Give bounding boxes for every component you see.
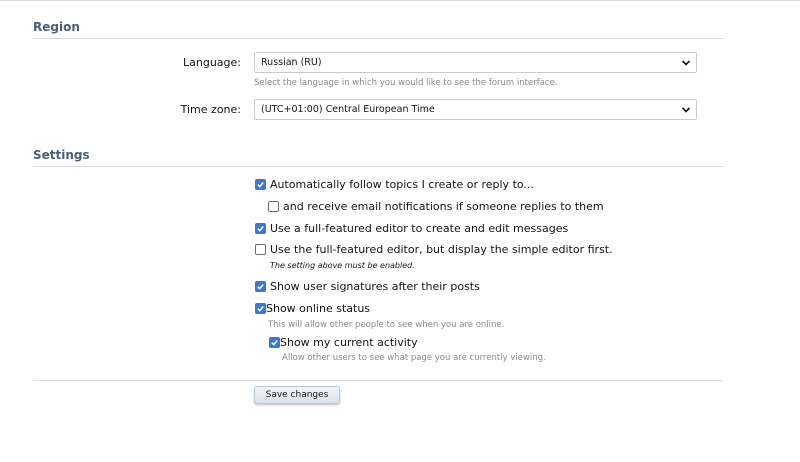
option-current-activity[interactable]: Show my current activity — [269, 335, 418, 349]
option-online-status[interactable]: Show online status — [255, 301, 370, 315]
checkbox-unchecked[interactable] — [255, 243, 266, 255]
settings-heading: Settings — [33, 148, 723, 167]
option-label: and receive email notifications if someo… — [283, 199, 604, 213]
checkbox-checked[interactable] — [255, 302, 266, 314]
option-label: Automatically follow topics I create or … — [270, 177, 534, 191]
language-select-value: Russian (RU) — [261, 57, 322, 68]
option-show-signatures[interactable]: Show user signatures after their posts — [255, 279, 480, 293]
language-hint: Select the language in which you would l… — [254, 78, 558, 88]
language-label: Language: — [183, 56, 241, 69]
current-activity-hint: Allow other users to see what page you a… — [282, 353, 546, 363]
checkbox-checked[interactable] — [255, 280, 266, 292]
option-label: Show online status — [266, 301, 371, 315]
save-changes-button[interactable]: Save changes — [254, 386, 340, 404]
checkmark-icon — [257, 283, 264, 290]
checkmark-icon — [271, 339, 278, 346]
option-email-notify[interactable]: and receive email notifications if someo… — [268, 199, 604, 213]
timezone-select[interactable]: (UTC+01:00) Central European Time — [254, 99, 697, 120]
checkbox-unchecked[interactable] — [268, 200, 279, 212]
checkmark-icon — [257, 305, 264, 312]
chevron-down-icon — [681, 107, 691, 113]
editor-setting-note: The setting above must be enabled. — [270, 261, 415, 270]
timezone-select-value: (UTC+01:00) Central European Time — [261, 104, 435, 115]
option-label: Show my current activity — [280, 335, 418, 349]
checkmark-icon — [257, 181, 264, 188]
timezone-label: Time zone: — [180, 103, 241, 116]
form-divider — [33, 380, 723, 381]
option-label: Show user signatures after their posts — [270, 279, 480, 293]
checkbox-checked[interactable] — [255, 178, 266, 190]
checkbox-checked[interactable] — [255, 222, 266, 234]
chevron-down-icon — [681, 60, 691, 66]
language-select[interactable]: Russian (RU) — [254, 52, 697, 73]
region-heading: Region — [33, 20, 723, 39]
top-rule — [0, 0, 800, 1]
option-simple-editor-first[interactable]: Use the full-featured editor, but displa… — [255, 242, 613, 256]
checkmark-icon — [257, 225, 264, 232]
option-label: Use a full-featured editor to create and… — [270, 221, 569, 235]
option-auto-follow[interactable]: Automatically follow topics I create or … — [255, 177, 534, 191]
checkbox-checked[interactable] — [269, 336, 280, 348]
online-status-hint: This will allow other people to see when… — [268, 320, 505, 330]
option-label: Use the full-featured editor, but displa… — [270, 242, 613, 256]
option-full-editor[interactable]: Use a full-featured editor to create and… — [255, 221, 568, 235]
